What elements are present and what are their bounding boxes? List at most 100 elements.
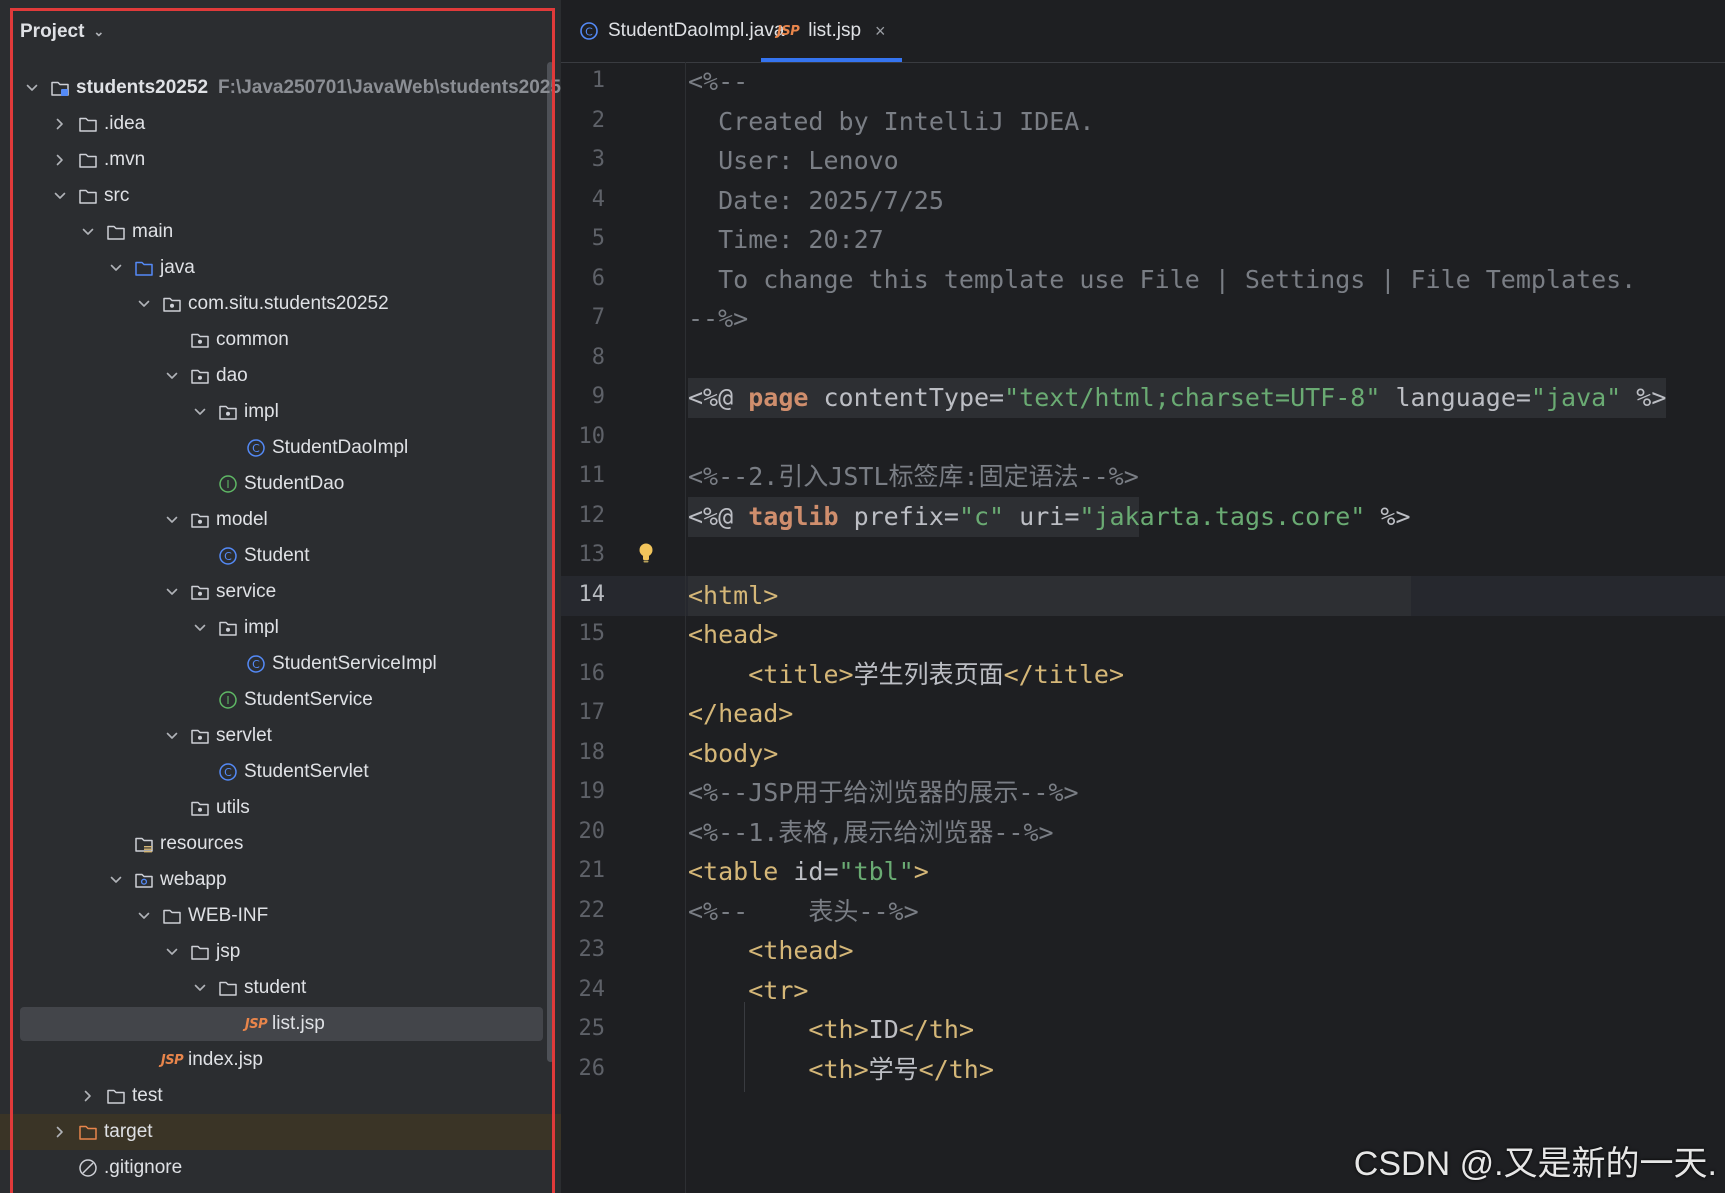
line-number: 23 (578, 937, 606, 962)
code-token: 学号 (868, 1054, 919, 1084)
chevron-down-icon[interactable] (137, 909, 151, 923)
tree-row[interactable]: .gitignore (0, 1150, 561, 1186)
code-line[interactable]: <body> (688, 734, 778, 774)
tree-item-name: test (132, 1085, 163, 1106)
tree-row[interactable]: service (0, 574, 561, 610)
chevron-down-icon[interactable] (165, 585, 179, 599)
tree-row[interactable]: C StudentDaoImpl (0, 430, 561, 466)
tree-item-label: StudentServiceImpl (272, 653, 437, 675)
tree-row[interactable]: test (0, 1078, 561, 1114)
code-line[interactable]: <th>学号</th> (688, 1050, 994, 1090)
chevron-down-icon[interactable] (109, 873, 123, 887)
code-token: </th> (918, 1054, 994, 1084)
lightbulb-icon[interactable] (636, 541, 656, 565)
chevron-down-icon[interactable] (165, 369, 179, 383)
tree-row[interactable]: jsp (0, 934, 561, 970)
code-line[interactable]: <th>ID</th> (688, 1010, 974, 1050)
code-line[interactable]: <thead> (688, 931, 853, 971)
code-line[interactable]: <html> (688, 576, 778, 616)
code-token: Date: 2025/7/25 (688, 185, 944, 215)
line-number: 26 (578, 1055, 606, 1081)
tree-row[interactable]: target (0, 1114, 561, 1150)
code-line[interactable]: --%> (688, 299, 748, 339)
code-line[interactable]: <%@ taglib prefix="c" uri="jakarta.tags.… (688, 497, 1411, 537)
code-line[interactable]: <%@ page contentType="text/html;charset=… (688, 378, 1666, 418)
package-icon (189, 725, 211, 747)
tree-row[interactable]: main (0, 214, 561, 250)
tree-row[interactable]: students20252 F:\Java250701\JavaWeb\stude… (0, 70, 561, 106)
code-line[interactable]: <%-- 表头--%> (688, 892, 919, 932)
code-line[interactable]: Time: 20:27 (688, 220, 884, 260)
chevron-down-icon[interactable] (53, 189, 67, 203)
code-line[interactable]: <%--JSP用于给浏览器的展示--%> (688, 773, 1079, 813)
code-token: <html> (688, 580, 779, 610)
line-number: 10 (578, 423, 606, 449)
code-line[interactable]: <%--1.表格,展示给浏览器--%> (688, 813, 1054, 853)
package-icon (161, 293, 183, 315)
code-line[interactable]: </head> (688, 694, 793, 734)
project-title: Project (20, 21, 85, 42)
tree-row[interactable]: impl (0, 394, 561, 430)
tree-row[interactable]: servlet (0, 718, 561, 754)
tree-item-label: common (216, 329, 289, 351)
close-icon[interactable]: × (875, 21, 886, 42)
chevron-down-icon[interactable] (137, 297, 151, 311)
tree-row[interactable]: I StudentService (0, 682, 561, 718)
code-token: User: Lenovo (688, 146, 899, 175)
tree-row[interactable]: JSP list.jsp (0, 1006, 561, 1042)
chevron-right-icon[interactable] (81, 1089, 95, 1103)
tree-row[interactable]: C Student (0, 538, 561, 574)
chevron-down-icon[interactable] (25, 81, 39, 95)
tree-row[interactable]: C StudentServiceImpl (0, 646, 561, 682)
code-line[interactable]: <head> (688, 615, 778, 655)
project-scrollbar[interactable] (547, 62, 554, 1062)
tab-studentdaoimpl[interactable]: C StudentDaoImpl.java (579, 0, 784, 62)
project-view-selector[interactable]: Project ⌄ (20, 18, 104, 46)
chevron-down-icon[interactable] (165, 945, 179, 959)
tree-row[interactable]: student (0, 970, 561, 1006)
chevron-down-icon[interactable] (193, 981, 207, 995)
chevron-down-icon[interactable] (81, 225, 95, 239)
tree-row[interactable]: I StudentDao (0, 466, 561, 502)
tree-row[interactable]: java (0, 250, 561, 286)
code-line[interactable]: Created by IntelliJ IDEA. (688, 102, 1094, 142)
tree-row[interactable]: resources (0, 826, 561, 862)
chevron-down-icon[interactable] (193, 621, 207, 635)
code-line[interactable]: <tr> (688, 971, 808, 1011)
tree-row[interactable]: .mvn (0, 142, 561, 178)
chevron-down-icon[interactable] (165, 513, 179, 527)
tree-row[interactable]: model (0, 502, 561, 538)
tree-row[interactable]: com.situ.students20252 (0, 286, 561, 322)
tree-row[interactable]: C StudentServlet (0, 754, 561, 790)
code-line[interactable]: <%-- (688, 62, 748, 102)
code-line[interactable]: User: Lenovo (688, 141, 899, 181)
tree-row[interactable]: common (0, 322, 561, 358)
tree-row[interactable]: src (0, 178, 561, 214)
code-line[interactable]: To change this template use File | Setti… (688, 260, 1636, 300)
chevron-right-icon[interactable] (53, 117, 67, 131)
code-area[interactable]: <%-- Created by IntelliJ IDEA. User: Len… (688, 62, 1725, 1193)
code-line[interactable]: <title>学生列表页面</title> (688, 655, 1124, 695)
line-number: 3 (591, 147, 605, 172)
tree-row[interactable]: impl (0, 610, 561, 646)
tree-item-label: resources (160, 833, 243, 855)
tree-item-label: StudentDao (244, 473, 344, 495)
tree-row[interactable]: JSP index.jsp (0, 1042, 561, 1078)
chevron-down-icon[interactable] (193, 405, 207, 419)
tree-row[interactable]: webapp (0, 862, 561, 898)
code-line[interactable]: Date: 2025/7/25 (688, 181, 944, 221)
code-line[interactable]: <table id="tbl"> (688, 852, 929, 892)
chevron-down-icon[interactable] (109, 261, 123, 275)
tab-list-jsp[interactable]: JSP list.jsp × (761, 0, 902, 62)
tree-row[interactable]: WEB-INF (0, 898, 561, 934)
line-number: 22 (578, 897, 606, 923)
chevron-right-icon[interactable] (53, 1125, 67, 1139)
line-number: 1 (591, 68, 605, 93)
chevron-right-icon[interactable] (53, 153, 67, 167)
code-line[interactable]: <%--2.引入JSTL标签库:固定语法--%> (688, 457, 1139, 497)
tree-row[interactable]: .idea (0, 106, 561, 142)
tree-row[interactable]: dao (0, 358, 561, 394)
tree-row[interactable]: utils (0, 790, 561, 826)
tree-item-label: service (216, 581, 276, 603)
chevron-down-icon[interactable] (165, 729, 179, 743)
